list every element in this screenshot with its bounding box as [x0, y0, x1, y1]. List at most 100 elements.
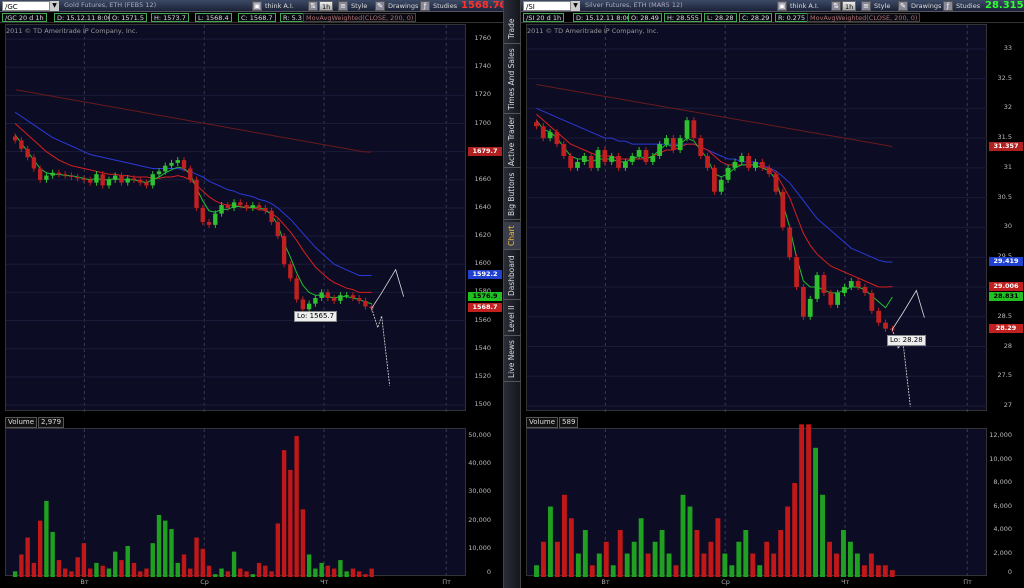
- volume-tick-label: 30,000: [468, 487, 491, 496]
- price-axis[interactable]: 1760174017201700168016601640162016001580…: [466, 24, 503, 411]
- price-tick-label: 1700: [474, 118, 491, 127]
- candle-body: [44, 175, 49, 180]
- candle-body: [306, 303, 312, 310]
- studies-icon[interactable]: ƒ: [943, 1, 953, 11]
- copyright-text: 2011 © TD Ameritrade IP Company, Inc.: [6, 27, 138, 35]
- price-chart-svg: [527, 25, 988, 412]
- candle-body: [664, 138, 669, 145]
- candle-body: [219, 205, 224, 214]
- candle-body: [753, 161, 758, 168]
- price-tick-label: 28: [1003, 341, 1012, 350]
- style-icon[interactable]: ≡: [338, 1, 348, 11]
- candle-body: [31, 157, 37, 169]
- candle-body: [677, 138, 683, 151]
- price-tick-label: 27: [1003, 401, 1012, 410]
- time-tick-label: Пт: [963, 578, 972, 586]
- drawings-button[interactable]: Drawings: [386, 1, 420, 11]
- link-icon[interactable]: ▣: [777, 1, 787, 11]
- studies-button[interactable]: Studies: [954, 1, 982, 11]
- timeframe-button[interactable]: 1h: [319, 1, 334, 11]
- side-tab-level-ii[interactable]: Level II: [504, 302, 522, 336]
- think-ai-label[interactable]: think A.I.: [263, 1, 296, 11]
- side-tab-chart[interactable]: Chart: [504, 222, 522, 250]
- volume-tick-label: 10,000: [989, 454, 1012, 463]
- info-high: H: 28.555: [664, 13, 702, 22]
- style-button[interactable]: Style: [872, 1, 892, 11]
- volume-bar: [81, 543, 87, 577]
- studies-button[interactable]: Studies: [431, 1, 459, 11]
- drawings-icon[interactable]: ✎: [375, 1, 385, 11]
- side-tab-trade[interactable]: Trade: [504, 14, 522, 44]
- symbol-dropdown-icon[interactable]: ▼: [50, 1, 59, 11]
- candle-body: [106, 179, 112, 186]
- candle-body: [725, 167, 731, 180]
- volume-value: 589: [559, 417, 579, 428]
- side-tab-times-and-sales[interactable]: Times And Sales: [504, 46, 522, 114]
- volume-bar: [100, 565, 105, 577]
- ohlc-info-bar: /SI 20 d 1h D: 15.12.11 8:00 O: 28.49 H:…: [521, 12, 1024, 23]
- price-chart-area[interactable]: Lo: 1565.7: [5, 24, 467, 412]
- price-tick-label: 1500: [474, 399, 491, 408]
- candle-body: [814, 275, 820, 299]
- candle-body: [12, 136, 18, 141]
- candle-body: [275, 222, 281, 237]
- low-marker-label: Lo: 28.28: [887, 335, 926, 346]
- timeframe-button[interactable]: 1h: [842, 1, 857, 11]
- volume-bar: [119, 560, 124, 577]
- candle-body: [787, 227, 793, 258]
- candle-body: [50, 172, 55, 176]
- volume-bar: [596, 553, 602, 577]
- info-range: R: 5.3: [280, 13, 305, 22]
- drawings-button[interactable]: Drawings: [909, 1, 943, 11]
- volume-bar: [757, 565, 763, 577]
- time-axis: Вт Ср Чт Пт: [5, 577, 466, 588]
- style-icon[interactable]: ≡: [861, 1, 871, 11]
- volume-bar: [306, 554, 312, 577]
- volume-bar: [125, 545, 130, 577]
- volume-chart-area[interactable]: [5, 428, 466, 577]
- candle-body: [602, 150, 608, 162]
- timeframe-toggle-icon[interactable]: ⇅: [831, 1, 841, 11]
- volume-bar: [188, 568, 193, 577]
- think-ai-label[interactable]: think A.I.: [788, 1, 821, 11]
- candle-body: [636, 150, 642, 156]
- volume-bar: [582, 530, 588, 577]
- side-tab-active-trader[interactable]: Active Trader: [504, 116, 522, 168]
- volume-chart-svg: [12, 429, 447, 577]
- volume-bar: [169, 529, 174, 577]
- candle-body: [119, 175, 124, 183]
- symbol-dropdown-icon[interactable]: ▼: [571, 1, 580, 11]
- style-button[interactable]: Style: [349, 1, 369, 11]
- volume-chart-area[interactable]: [526, 424, 987, 577]
- candle-body: [650, 155, 656, 162]
- candle-body: [670, 138, 676, 151]
- volume-bar: [294, 436, 299, 577]
- volume-bar: [275, 523, 281, 577]
- candle-body: [300, 299, 306, 310]
- volume-bar: [62, 568, 68, 577]
- volume-bar: [288, 469, 293, 577]
- candle-body: [288, 264, 293, 279]
- symbol-input[interactable]: /GC: [2, 1, 50, 11]
- info-symbol: /GC 20 d 1h: [2, 13, 47, 22]
- volume-bar: [25, 537, 30, 577]
- price-axis[interactable]: 3332.53231.53130.53029.52928.52827.52731…: [987, 24, 1024, 411]
- volume-bar: [743, 530, 749, 577]
- link-icon[interactable]: ▣: [252, 1, 262, 11]
- symbol-input[interactable]: /SI: [523, 1, 571, 11]
- timeframe-toggle-icon[interactable]: ⇅: [308, 1, 318, 11]
- side-tab-dashboard[interactable]: Dashboard: [504, 252, 522, 300]
- price-chart-area[interactable]: Lo: 28.28: [526, 24, 988, 412]
- candle-body: [313, 298, 318, 304]
- side-tab-live-news[interactable]: Live News: [504, 338, 522, 382]
- volume-bar: [799, 424, 805, 577]
- candle-body: [691, 120, 697, 139]
- candle-body: [554, 132, 560, 145]
- side-tab-big-buttons[interactable]: Big Buttons: [504, 170, 522, 220]
- studies-icon[interactable]: ƒ: [420, 1, 430, 11]
- volume-bar: [534, 565, 539, 577]
- volume-bar: [575, 553, 581, 577]
- volume-bar: [369, 568, 374, 577]
- volume-bar: [589, 565, 595, 577]
- drawings-icon[interactable]: ✎: [898, 1, 908, 11]
